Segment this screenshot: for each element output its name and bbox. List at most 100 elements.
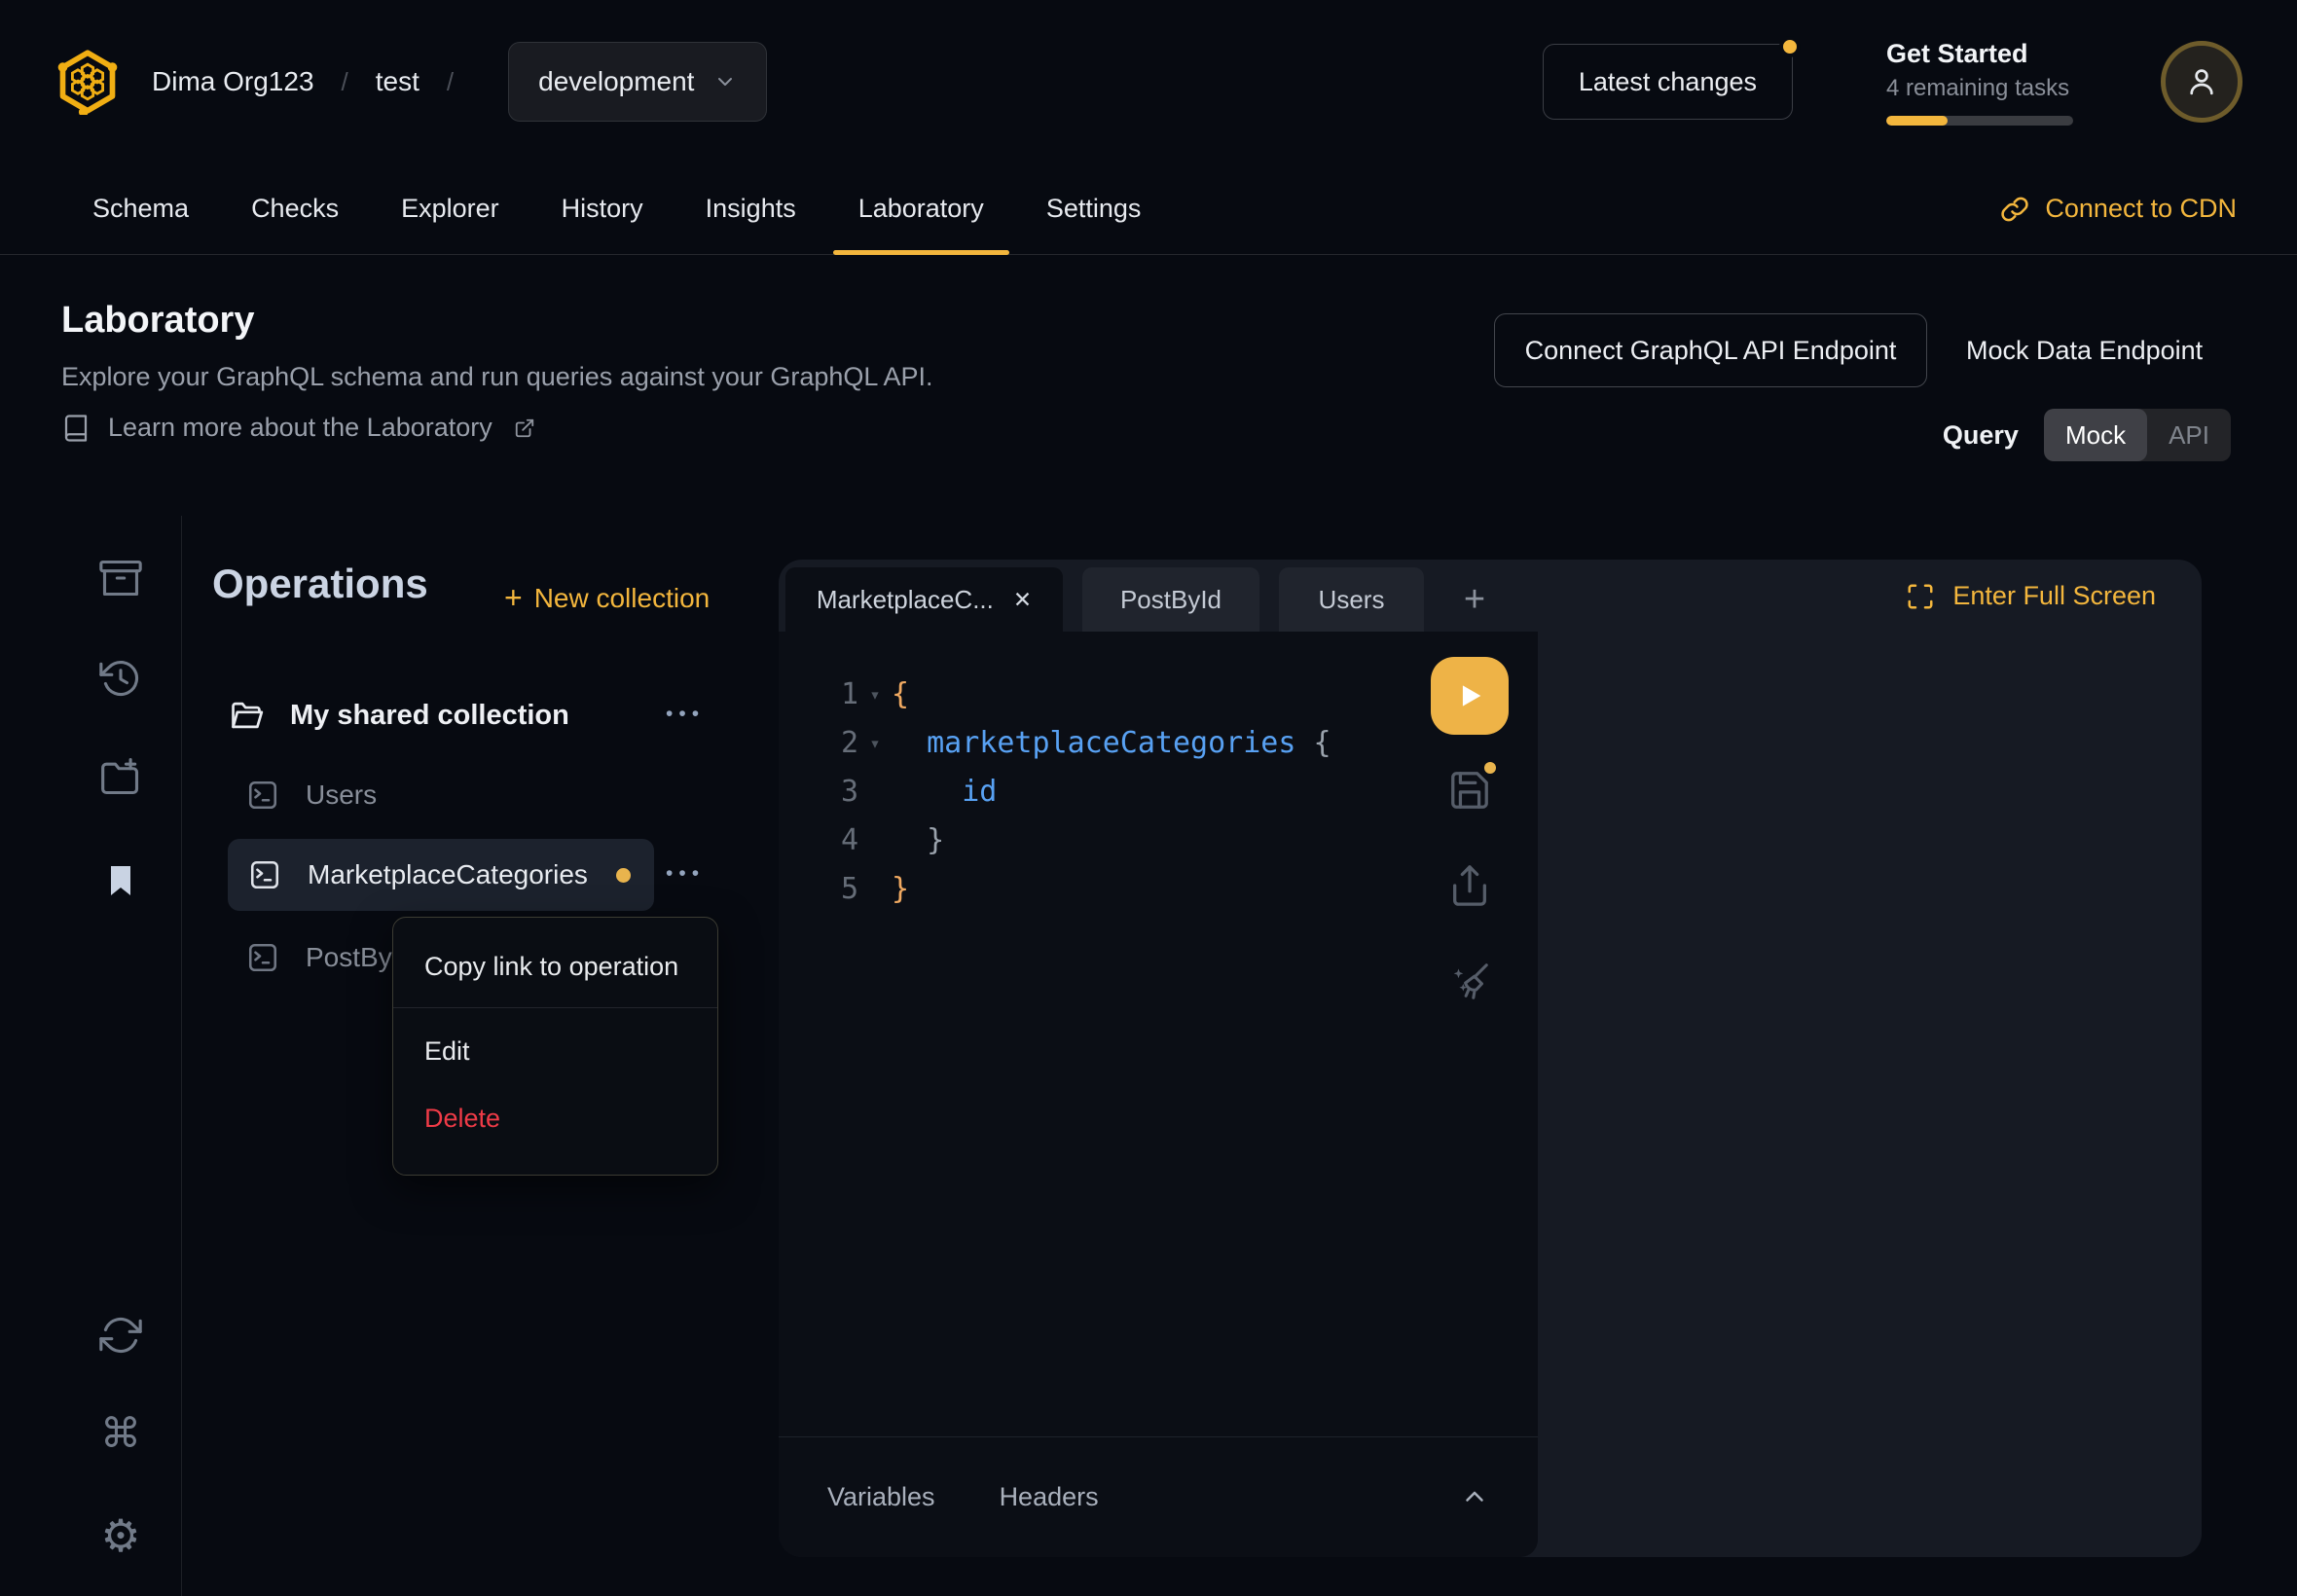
page-description: Explore your GraphQL schema and run quer… — [61, 362, 932, 392]
unsaved-changes-dot — [616, 868, 631, 883]
close-icon[interactable]: ✕ — [1013, 587, 1032, 613]
line-number: 4 — [779, 816, 858, 865]
mode-mock-option[interactable]: Mock — [2044, 409, 2147, 461]
fold-spacer — [858, 865, 892, 914]
connect-to-cdn-link[interactable]: Connect to CDN — [2000, 163, 2237, 254]
operation-menu-button[interactable]: ••• — [666, 862, 705, 886]
upload-icon — [1447, 863, 1492, 908]
sidebar-item-operation-collections[interactable] — [97, 857, 144, 904]
graphos-logo-icon[interactable] — [55, 49, 121, 115]
play-icon — [1453, 679, 1486, 712]
format-query-button[interactable] — [1447, 959, 1492, 1003]
line-number: 3 — [779, 768, 858, 816]
tab-insights[interactable]: Insights — [706, 163, 796, 254]
sidebar-item-new-collection[interactable] — [97, 753, 144, 800]
folder-open-icon — [228, 697, 265, 734]
line-number: 2 — [779, 719, 858, 768]
tab-explorer[interactable]: Explorer — [401, 163, 499, 254]
get-started-title: Get Started — [1886, 39, 2073, 69]
sidebar-item-settings[interactable]: ⚙ — [97, 1512, 144, 1559]
external-link-icon — [514, 417, 535, 439]
variables-tab[interactable]: Variables — [827, 1482, 935, 1512]
headers-tab[interactable]: Headers — [1000, 1482, 1099, 1512]
chevron-down-icon — [713, 70, 737, 93]
query-mode-row: Query Mock API — [1943, 409, 2231, 461]
editor-tab-label: PostById — [1120, 585, 1221, 615]
plus-icon: + — [504, 580, 523, 616]
history-clock-icon — [99, 657, 142, 700]
tab-settings[interactable]: Settings — [1046, 163, 1142, 254]
collection-menu-button[interactable]: ••• — [666, 703, 705, 726]
query-label: Query — [1943, 420, 2019, 451]
code-token: { — [1313, 719, 1331, 768]
get-started-widget[interactable]: Get Started 4 remaining tasks — [1886, 39, 2073, 126]
sidebar-item-documentation[interactable] — [97, 555, 144, 601]
operation-item-users[interactable]: Users — [245, 772, 377, 818]
collapse-chevron-icon[interactable] — [1460, 1483, 1489, 1512]
breadcrumb-graph[interactable]: test — [376, 66, 419, 97]
variant-label: development — [538, 66, 694, 97]
learn-more-label: Learn more about the Laboratory — [108, 413, 492, 443]
operation-icon — [245, 940, 280, 975]
editor-tab-marketplacecategories[interactable]: MarketplaceC... ✕ — [785, 567, 1063, 632]
new-collection-button[interactable]: + New collection — [504, 580, 710, 616]
enter-fullscreen-button[interactable]: Enter Full Screen — [1906, 581, 2156, 611]
avatar[interactable] — [2161, 41, 2242, 123]
book-icon — [61, 414, 91, 443]
app-root: Dima Org123 / test / development Latest … — [0, 0, 2297, 1596]
variant-dropdown[interactable]: development — [508, 42, 767, 122]
progress-fill — [1886, 116, 1948, 126]
rail-divider — [181, 516, 182, 1596]
code-line: 5 } — [779, 865, 1538, 914]
link-icon — [2000, 195, 2029, 224]
bookmark-icon — [101, 861, 140, 900]
tab-history[interactable]: History — [562, 163, 643, 254]
code-editor[interactable]: 1 ▾ { 2 ▾ marketplaceCategories { 3 id — [779, 632, 1538, 1436]
connect-graphql-endpoint-button[interactable]: Connect GraphQL API Endpoint — [1494, 313, 1927, 387]
user-icon — [2183, 63, 2220, 100]
code-line: 2 ▾ marketplaceCategories { — [779, 719, 1538, 768]
editor-tab-label: MarketplaceC... — [817, 585, 994, 615]
fold-toggle-icon[interactable]: ▾ — [858, 719, 892, 768]
tab-laboratory[interactable]: Laboratory — [858, 163, 984, 254]
code-line: 3 id — [779, 768, 1538, 816]
new-tab-button[interactable]: + — [1443, 567, 1506, 632]
sidebar-item-sync[interactable] — [97, 1312, 144, 1359]
fold-spacer — [858, 816, 892, 865]
editor-tab-users[interactable]: Users — [1279, 567, 1424, 632]
collection-row[interactable]: My shared collection — [228, 691, 569, 740]
menu-item-edit[interactable]: Edit — [393, 1020, 717, 1082]
progress-bar — [1886, 116, 2073, 126]
editor-tab-strip: MarketplaceC... ✕ PostById Users + — [785, 567, 1506, 632]
learn-more-link[interactable]: Learn more about the Laboratory — [61, 413, 535, 443]
code-token: { — [892, 671, 909, 719]
nav-tabs: Schema Checks Explorer History Insights … — [92, 163, 1141, 254]
breadcrumb-separator: / — [342, 67, 348, 97]
editor-tab-label: Users — [1319, 585, 1385, 615]
sidebar-item-history[interactable] — [97, 655, 144, 702]
mock-data-endpoint-link[interactable]: Mock Data Endpoint — [1966, 313, 2203, 387]
save-operation-button[interactable] — [1447, 768, 1492, 813]
breadcrumb-org[interactable]: Dima Org123 — [152, 66, 314, 97]
editor-tab-postbyid[interactable]: PostById — [1082, 567, 1259, 632]
get-started-subtitle: 4 remaining tasks — [1886, 75, 2073, 102]
sidebar-item-shortcuts[interactable]: ⌘ — [97, 1410, 144, 1457]
query-mode-toggle: Mock API — [2044, 409, 2231, 461]
menu-item-copy-link[interactable]: Copy link to operation — [393, 925, 717, 1007]
line-number: 5 — [779, 865, 858, 914]
operation-item-marketplacecategories[interactable]: MarketplaceCategories — [228, 839, 654, 911]
menu-item-delete[interactable]: Delete — [393, 1082, 717, 1154]
tab-schema[interactable]: Schema — [92, 163, 189, 254]
collection-name: My shared collection — [290, 700, 569, 732]
mode-api-option[interactable]: API — [2147, 409, 2231, 461]
operation-item-postbyid[interactable]: PostById — [245, 934, 415, 981]
fold-toggle-icon[interactable]: ▾ — [858, 671, 892, 719]
share-operation-button[interactable] — [1447, 863, 1492, 908]
save-icon — [1447, 768, 1492, 813]
run-query-button[interactable] — [1431, 657, 1509, 735]
code-line: 4 } — [779, 816, 1538, 865]
operation-name: Users — [306, 780, 377, 811]
menu-divider — [393, 1007, 717, 1008]
latest-changes-button[interactable]: Latest changes — [1543, 44, 1793, 120]
tab-checks[interactable]: Checks — [251, 163, 339, 254]
